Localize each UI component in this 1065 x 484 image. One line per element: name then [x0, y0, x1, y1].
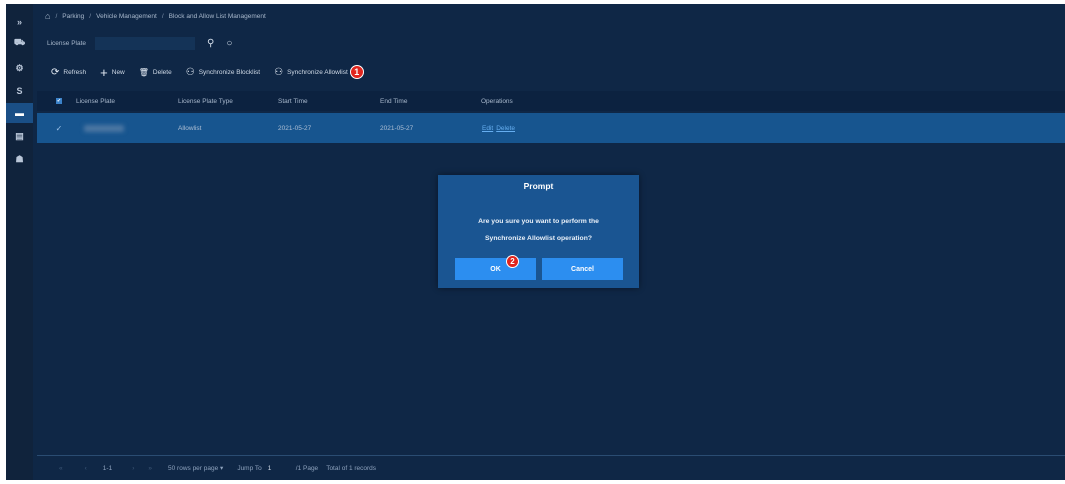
dollar-icon[interactable]: S	[6, 81, 33, 101]
next-page-button[interactable]: ›	[132, 465, 134, 472]
search-icon[interactable]: ⚲	[207, 38, 214, 49]
header-license-plate-type: License Plate Type	[178, 97, 233, 105]
blurred-plate	[84, 124, 124, 132]
dialog-message-line-2: Synchronize Allowlist operation?	[485, 235, 592, 242]
chevron-down-icon: ▾	[220, 465, 224, 472]
synchronize-allowlist-button[interactable]: ⚇ Synchronize Allowlist	[274, 67, 348, 78]
operations-cell: Edit Delete	[482, 113, 518, 143]
synchronize-allowlist-label: Synchronize Allowlist	[287, 68, 348, 76]
user-sync-icon: ⚇	[185, 66, 195, 78]
dialog-message: Are you sure you want to perform the Syn…	[438, 213, 639, 247]
breadcrumb-separator: /	[55, 12, 58, 20]
user-group-icon[interactable]: ☗	[6, 149, 33, 169]
header-operations: Operations	[481, 97, 513, 105]
user-sync-icon: ⚇	[274, 66, 284, 78]
app-window: » ⛟ ⚙ S ▬ ▤ ☗ ⌂ / Parking / Vehicle Mana…	[6, 4, 1065, 480]
breadcrumb-separator: /	[89, 12, 92, 20]
refresh-label: Refresh	[63, 68, 87, 76]
vehicle-icon[interactable]: ▬	[6, 103, 33, 123]
page-size-select[interactable]: 50 rows per page ▾	[168, 464, 223, 472]
delete-button[interactable]: 🗑 Delete	[139, 68, 172, 77]
trash-icon: 🗑	[138, 67, 149, 77]
car-icon[interactable]: ⛟	[6, 33, 33, 53]
breadcrumb-item-vehicle-management[interactable]: Vehicle Management	[96, 13, 157, 20]
prompt-dialog: Prompt Are you sure you want to perform …	[438, 175, 639, 288]
end-time-cell: 2021-05-27	[380, 124, 414, 132]
header-end-time: End Time	[380, 97, 408, 105]
new-label: New	[111, 68, 125, 76]
report-icon[interactable]: ▤	[6, 126, 33, 146]
synchronize-blocklist-button[interactable]: ⚇ Synchronize Blocklist	[186, 67, 260, 78]
refresh-button[interactable]: ⟳ Refresh	[51, 67, 86, 78]
plus-icon: +	[100, 64, 108, 80]
breadcrumb: ⌂ / Parking / Vehicle Management / Block…	[45, 10, 266, 22]
license-plate-cell	[84, 113, 124, 143]
step-badge-1: 1	[349, 65, 364, 79]
page-range: 1-1	[102, 464, 113, 472]
synchronize-blocklist-label: Synchronize Blocklist	[198, 68, 261, 76]
delete-link[interactable]: Delete	[496, 125, 515, 132]
license-plate-label: License Plate	[47, 39, 87, 47]
start-time-cell: 2021-05-27	[278, 124, 312, 132]
reset-icon[interactable]: ○	[226, 38, 232, 49]
last-page-button[interactable]: »	[148, 465, 152, 472]
jump-to-input[interactable]: 1	[268, 465, 288, 472]
dialog-message-line-1: Are you sure you want to perform the	[478, 218, 599, 225]
page-count: /1 Page	[295, 464, 319, 472]
prev-page-button[interactable]: ‹	[85, 465, 87, 472]
expand-icon[interactable]: »	[6, 12, 33, 32]
license-plate-type-cell: Allowlist	[178, 124, 202, 132]
sidebar: » ⛟ ⚙ S ▬ ▤ ☗	[6, 4, 33, 480]
delete-label: Delete	[152, 68, 172, 76]
select-all-checkbox[interactable]: ✔	[56, 91, 62, 111]
breadcrumb-separator: /	[161, 12, 164, 20]
breadcrumb-item-parking[interactable]: Parking	[62, 13, 84, 20]
cancel-button[interactable]: Cancel	[542, 258, 623, 280]
edit-link[interactable]: Edit	[482, 125, 493, 132]
jump-to-label: Jump To	[237, 464, 262, 472]
pagination: « ‹ 1-1 › » 50 rows per page ▾ Jump To 1…	[37, 455, 1065, 480]
refresh-icon: ⟳	[51, 66, 60, 78]
vehicle-list-table: ✔ License Plate License Plate Type Start…	[37, 91, 1065, 143]
toolbar: ⟳ Refresh + New 🗑 Delete ⚇ Synchronize B…	[51, 64, 364, 80]
total-records: Total of 1 records	[326, 464, 377, 472]
dialog-title: Prompt	[523, 180, 554, 191]
table-header-row: ✔ License Plate License Plate Type Start…	[37, 91, 1065, 111]
breadcrumb-item-current: Block and Allow List Management	[168, 12, 266, 20]
license-plate-search-input[interactable]	[95, 36, 195, 50]
search-row: License Plate ⚲ ○	[47, 36, 232, 50]
header-start-time: Start Time	[278, 97, 308, 105]
row-checkbox[interactable]: ✓	[56, 113, 63, 143]
home-icon[interactable]: ⌂	[45, 11, 50, 21]
step-badge-2: 2	[506, 255, 519, 268]
ok-button[interactable]: OK	[455, 258, 536, 280]
first-page-button[interactable]: «	[59, 465, 63, 472]
settings-icon[interactable]: ⚙	[6, 58, 33, 78]
new-button[interactable]: + New	[100, 65, 125, 80]
table-row[interactable]: ✓ Allowlist 2021-05-27 2021-05-27 Edit D…	[37, 113, 1065, 143]
header-license-plate: License Plate	[76, 97, 116, 105]
